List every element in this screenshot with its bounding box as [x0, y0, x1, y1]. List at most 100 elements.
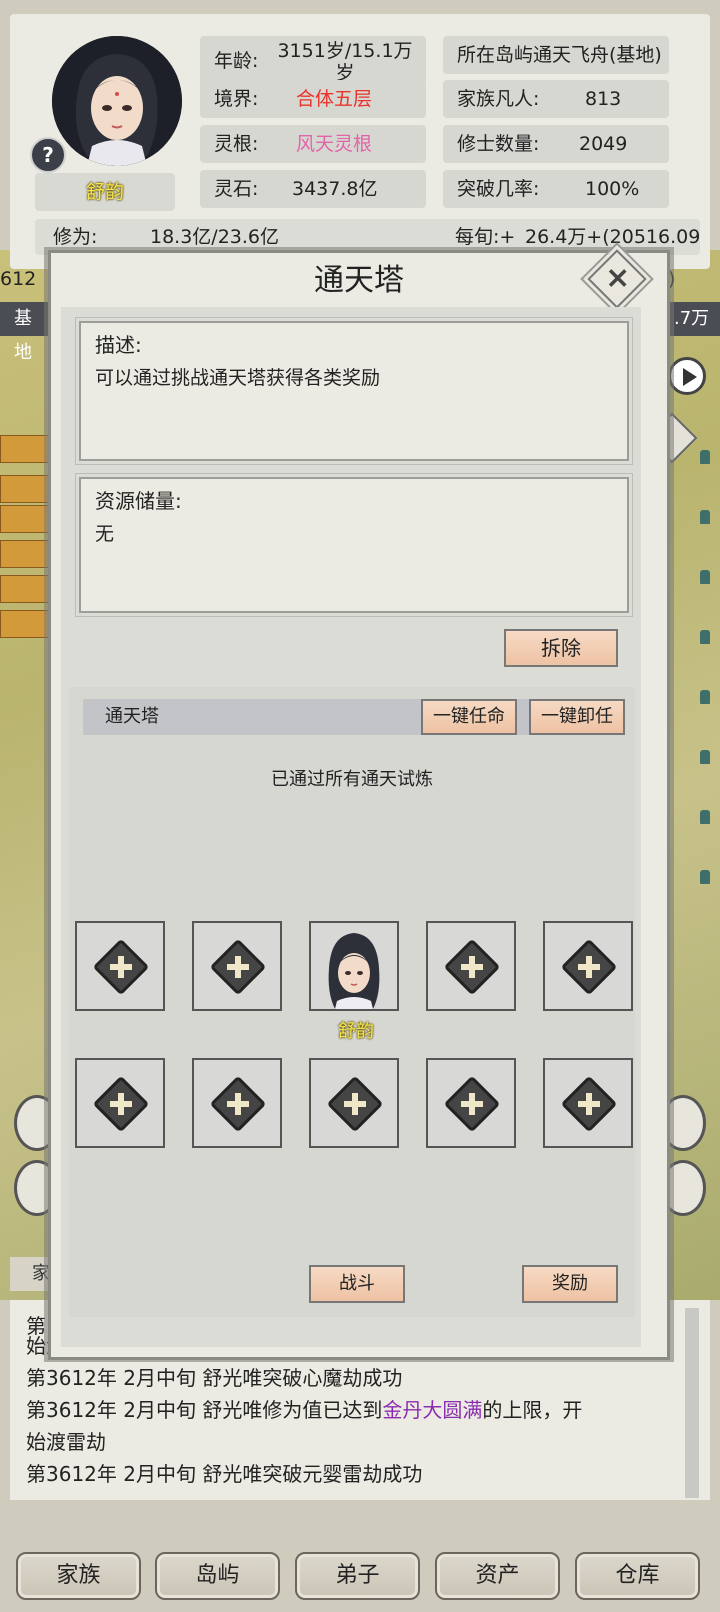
nav-assets-button[interactable]: 资产 [435, 1552, 560, 1600]
bottom-nav: 家族 岛屿 弟子 资产 仓库 [0, 1540, 720, 1612]
map-tree [700, 450, 710, 464]
map-tree [700, 870, 710, 884]
log-time: 第3612年 2月中旬 [26, 1398, 203, 1422]
map-building [0, 435, 50, 463]
close-icon: × [605, 260, 631, 296]
breakthrough-value: 100% [585, 178, 640, 200]
map-tree [700, 750, 710, 764]
portrait-icon [52, 36, 182, 166]
log-text: 舒光唯突破元婴雷劫成功 [202, 1462, 423, 1486]
log-line: 始渡雷劫 [26, 1430, 106, 1454]
disciple-slot[interactable] [192, 921, 282, 1011]
demolish-button[interactable]: 拆除 [504, 629, 618, 667]
nav-warehouse-button[interactable]: 仓库 [575, 1552, 700, 1600]
mortals-label: 家族凡人: [457, 88, 540, 110]
map-tree [700, 690, 710, 704]
dismiss-all-button[interactable]: 一键卸任 [529, 699, 625, 735]
age-label: 年龄: [214, 50, 259, 72]
tower-modal: 通天塔 × 描述: 可以通过挑战通天塔获得各类奖励 资源储量: 无 拆除 通天塔… [48, 249, 670, 1360]
nav-family-button[interactable]: 家族 [16, 1552, 141, 1600]
character-stats-panel: ? 舒韵 年龄: 3151岁/15.1万岁 境界: 合体五层 灵根: 风天灵根 … [10, 14, 710, 269]
assigned-disciple-name: 舒韵 [338, 1021, 374, 1042]
mortals-value: 813 [585, 88, 622, 110]
island-stat: 所在岛屿通天飞舟(基地) [443, 36, 669, 74]
cultivators-value: 2049 [579, 133, 628, 155]
base-fragment: 基地 [0, 302, 48, 363]
log-highlight: 金丹大圆满 [382, 1398, 483, 1422]
map-building [0, 610, 50, 638]
help-icon[interactable]: ? [30, 137, 66, 173]
reward-button[interactable]: 奖励 [522, 1265, 618, 1303]
add-slot-icon [443, 938, 501, 996]
stone-label: 灵石: [214, 178, 259, 200]
log-line: 第3612年 2月中旬 舒光唯突破心魔劫成功 [26, 1362, 402, 1394]
description-header: 描述: [95, 333, 142, 357]
realm-value: 合体五层 [296, 88, 373, 110]
map-tree [700, 570, 710, 584]
character-avatar[interactable] [52, 36, 182, 166]
log-text: 舒光唯突破心魔劫成功 [202, 1366, 403, 1390]
log-line: 第3612年 2月中旬 舒光唯修为值已达到金丹大圆满的上限，开 [26, 1394, 582, 1426]
disciple-slot[interactable] [543, 921, 633, 1011]
log-time: 第3612年 2月中旬 [26, 1366, 203, 1390]
age-value: 3151岁/15.1万岁 [277, 40, 413, 84]
cultivators-label: 修士数量: [457, 133, 540, 155]
map-building [0, 540, 50, 568]
add-slot-icon [443, 1075, 501, 1133]
cultivators-stat: 修士数量: 2049 [443, 125, 669, 163]
realm-stat: 境界: 合体五层 [200, 80, 426, 118]
root-stat: 灵根: 风天灵根 [200, 125, 426, 163]
map-tree [700, 510, 710, 524]
description-box: 描述: 可以通过挑战通天塔获得各类奖励 [75, 317, 633, 465]
map-building [0, 475, 50, 503]
tower-section-label: 通天塔 [105, 706, 159, 727]
realm-label: 境界: [214, 88, 259, 110]
breakthrough-label: 突破几率: [457, 178, 540, 200]
island-label: 所在岛屿 [457, 44, 534, 66]
add-slot-icon [92, 938, 150, 996]
modal-title: 通天塔 [314, 263, 404, 298]
resource-header: 资源储量: [95, 489, 182, 513]
island-value: 通天飞舟(基地) [533, 44, 662, 66]
map-building [0, 505, 50, 533]
appoint-all-button[interactable]: 一键任命 [421, 699, 517, 735]
log-time: 第3612年 2月中旬 [26, 1462, 203, 1486]
root-label: 灵根: [214, 133, 259, 155]
add-slot-icon [326, 1075, 384, 1133]
disciple-portrait-icon [311, 923, 397, 1009]
spirit-stone-stat: 灵石: 3437.8亿 [200, 170, 426, 208]
log-text-suffix: 的上限，开 [482, 1398, 583, 1422]
log-scrollbar[interactable] [685, 1308, 699, 1498]
disciple-slot-occupied[interactable] [309, 921, 399, 1011]
log-line: 第3612年 2月中旬 舒光唯突破元婴雷劫成功 [26, 1458, 422, 1490]
add-slot-icon [560, 938, 618, 996]
map-tree [700, 630, 710, 644]
resource-text: 无 [95, 523, 115, 545]
description-text: 可以通过挑战通天塔获得各类奖励 [95, 367, 381, 389]
disciple-slot[interactable] [75, 1058, 165, 1148]
mortals-stat: 家族凡人: 813 [443, 80, 669, 118]
add-slot-icon [209, 938, 267, 996]
disciple-slot[interactable] [75, 921, 165, 1011]
nav-island-button[interactable]: 岛屿 [155, 1552, 280, 1600]
log-text: 舒光唯修为值已达到 [202, 1398, 383, 1422]
breakthrough-stat: 突破几率: 100% [443, 170, 669, 208]
resource-box: 资源储量: 无 [75, 473, 633, 617]
add-slot-icon [560, 1075, 618, 1133]
disciple-slot[interactable] [192, 1058, 282, 1148]
add-slot-icon [92, 1075, 150, 1133]
disciple-slot[interactable] [543, 1058, 633, 1148]
character-name: 舒韵 [35, 173, 175, 211]
map-tree [700, 810, 710, 824]
battle-button[interactable]: 战斗 [309, 1265, 405, 1303]
disciple-slot[interactable] [426, 1058, 516, 1148]
amount-fragment: .7万 [670, 302, 720, 336]
modal-body: 描述: 可以通过挑战通天塔获得各类奖励 资源储量: 无 拆除 通天塔 一键任命 … [61, 307, 641, 1347]
trial-status-text: 已通过所有通天试炼 [271, 769, 433, 790]
nav-disciple-button[interactable]: 弟子 [295, 1552, 420, 1600]
tab-fragment[interactable]: 家 [10, 1257, 50, 1291]
tower-section: 通天塔 一键任命 一键卸任 已通过所有通天试炼 舒韵 战斗 奖励 [69, 687, 635, 1317]
map-building [0, 575, 50, 603]
disciple-slot[interactable] [309, 1058, 399, 1148]
disciple-slot[interactable] [426, 921, 516, 1011]
